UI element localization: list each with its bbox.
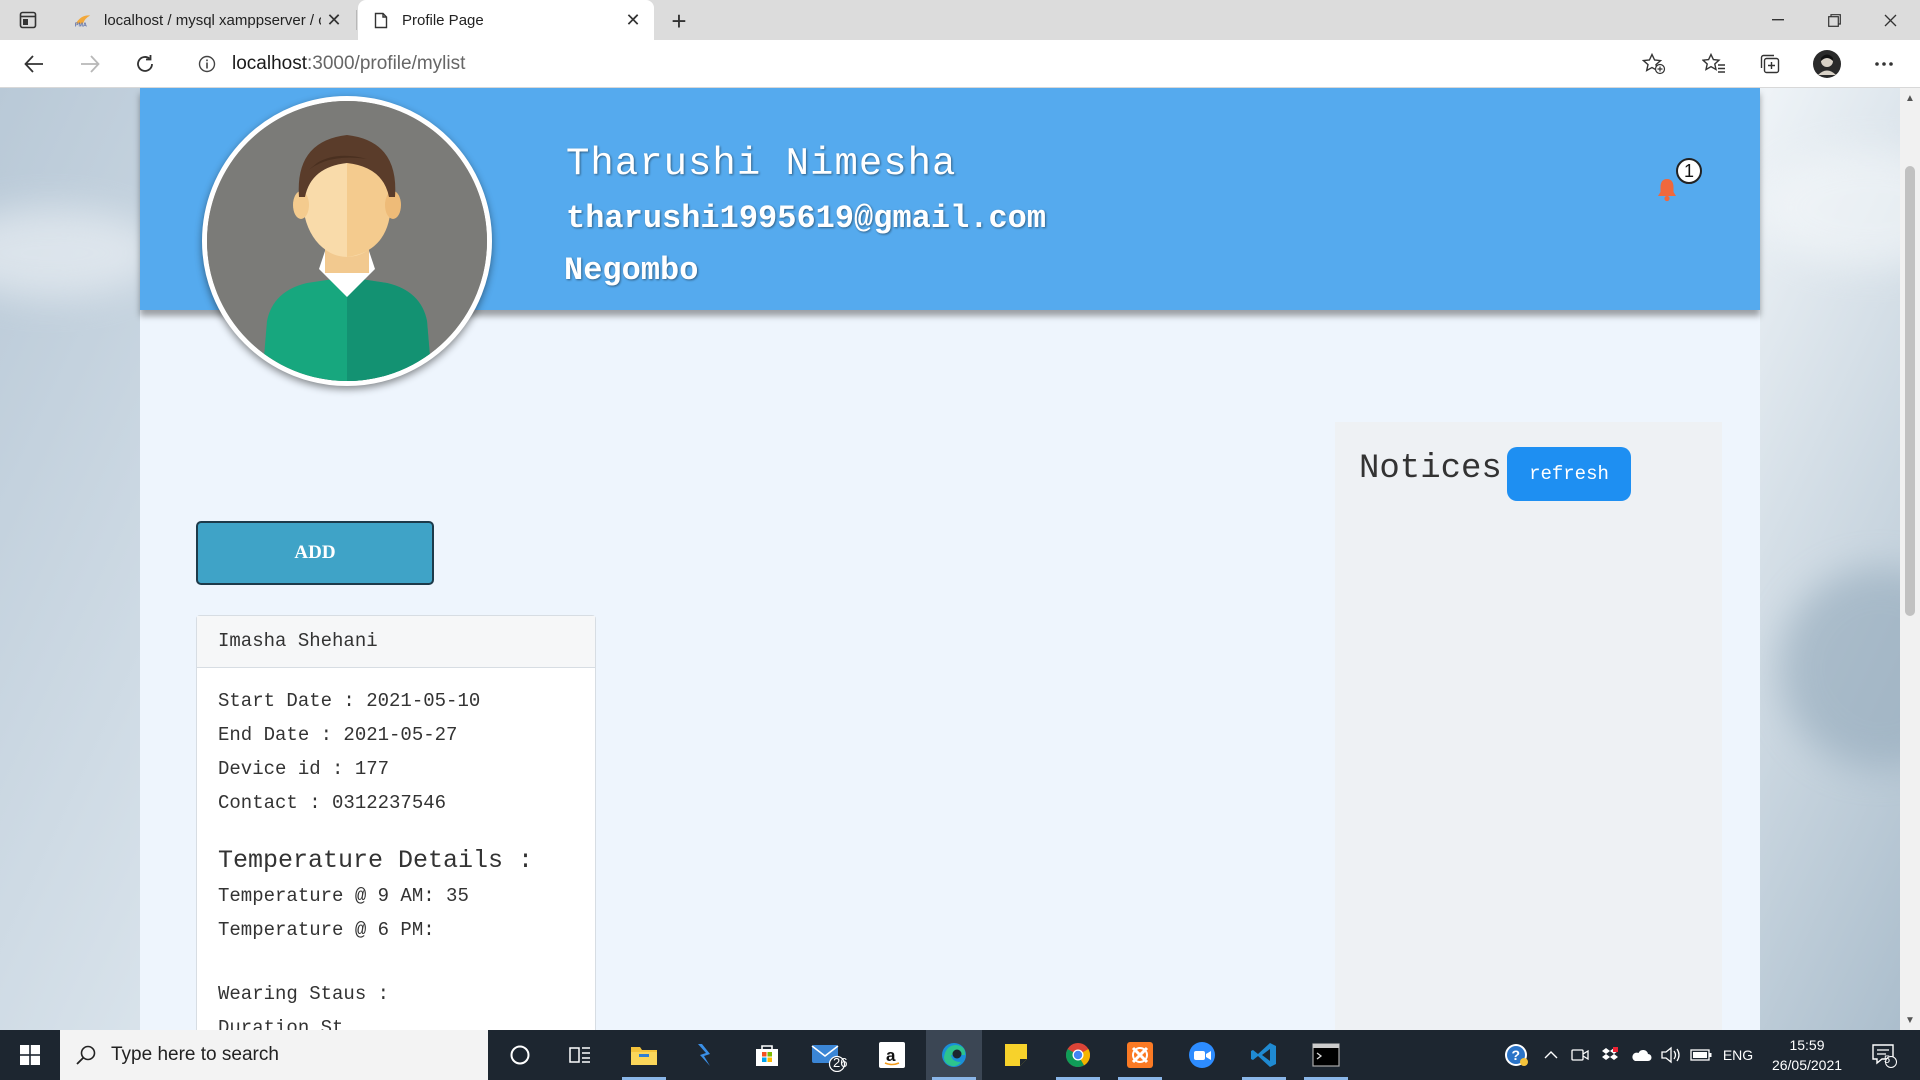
notification-bell-icon[interactable]	[1656, 176, 1678, 202]
notification-count-badge: 1	[1676, 158, 1702, 184]
battery-icon[interactable]	[1688, 1030, 1714, 1080]
sticky-notes-icon[interactable]	[988, 1030, 1044, 1080]
back-arrow-icon[interactable]	[17, 48, 51, 80]
amazon-icon[interactable]: a	[864, 1030, 920, 1080]
tab-phpmyadmin[interactable]: PMA localhost / mysql xamppserver / c ✕	[60, 0, 355, 40]
action-center-icon[interactable]: 5	[1864, 1030, 1904, 1080]
collections-icon[interactable]	[1752, 48, 1788, 80]
clock-date: 26/05/2021	[1771, 1057, 1843, 1073]
close-window-icon[interactable]	[1862, 0, 1918, 40]
clock-time: 15:59	[1789, 1037, 1825, 1053]
visual-studio-icon[interactable]	[677, 1030, 733, 1080]
patient-card: Imasha Shehani Start Date : 2021-05-10 E…	[196, 615, 596, 1030]
profile-avatar[interactable]	[1809, 48, 1845, 80]
vscode-icon[interactable]	[1236, 1030, 1292, 1080]
page-icon	[372, 11, 390, 29]
notices-title: Notices	[1359, 450, 1502, 488]
task-view-icon[interactable]	[552, 1030, 608, 1080]
tab-actions-icon[interactable]	[16, 9, 40, 31]
temperature-9am: Temperature @ 9 AM: 35	[218, 885, 469, 907]
card-body: Start Date : 2021-05-10 End Date : 2021-…	[197, 668, 595, 1030]
microsoft-store-icon[interactable]	[739, 1030, 795, 1080]
terminal-icon[interactable]	[1298, 1030, 1354, 1080]
scroll-down-icon[interactable]: ▼	[1900, 1012, 1920, 1028]
search-icon	[76, 1045, 96, 1065]
svg-text:?: ?	[1512, 1047, 1521, 1063]
show-hidden-icons[interactable]	[1540, 1030, 1562, 1080]
taskbar-clock[interactable]: 15:59 26/05/2021	[1764, 1035, 1850, 1075]
new-tab-button[interactable]: +	[664, 6, 694, 36]
background-blur	[0, 208, 160, 298]
xampp-icon[interactable]	[1112, 1030, 1168, 1080]
close-tab-icon[interactable]: ✕	[321, 7, 347, 33]
mail-badge: 26	[833, 1055, 848, 1070]
temperature-heading: Temperature Details :	[218, 846, 534, 875]
file-explorer-icon[interactable]	[616, 1030, 672, 1080]
background-blur	[1780, 568, 1920, 768]
favorites-icon[interactable]	[1696, 48, 1732, 80]
site-info-icon[interactable]	[196, 53, 218, 75]
tab-title: Profile Page	[402, 11, 484, 29]
restore-icon[interactable]	[1806, 0, 1862, 40]
phpmyadmin-icon: PMA	[74, 11, 92, 29]
cortana-icon[interactable]	[492, 1030, 548, 1080]
scroll-up-icon[interactable]: ▲	[1900, 90, 1920, 106]
scrollbar-thumb[interactable]	[1905, 166, 1915, 616]
wearing-status-next: Duration St...	[218, 1017, 378, 1030]
close-tab-icon[interactable]: ✕	[620, 7, 646, 33]
start-date: Start Date : 2021-05-10	[218, 690, 481, 712]
end-date: End Date : 2021-05-27	[218, 724, 458, 746]
url-path: :3000/profile/mylist	[307, 53, 466, 74]
mail-icon[interactable]: 26	[800, 1030, 856, 1080]
tab-profile-page[interactable]: Profile Page ✕	[358, 0, 654, 40]
zoom-icon[interactable]	[1174, 1030, 1230, 1080]
forward-arrow-icon[interactable]	[73, 48, 107, 80]
background-blur	[1760, 148, 1920, 268]
edge-browser-icon[interactable]	[926, 1030, 982, 1080]
browser-nav-bar: localhost:3000/profile/mylist	[0, 40, 1920, 88]
device-id: Device id : 177	[218, 758, 390, 780]
windows-start-icon[interactable]	[0, 1030, 60, 1080]
tab-title: localhost / mysql xamppserver / c	[104, 11, 321, 29]
language-indicator[interactable]: ENG	[1718, 1030, 1758, 1080]
url-text: localhost:3000/profile/mylist	[232, 53, 465, 75]
reload-icon[interactable]	[128, 48, 162, 80]
taskbar-search-box[interactable]: Type here to search	[60, 1030, 488, 1080]
notices-panel: Notices refresh	[1335, 422, 1722, 1030]
refresh-button[interactable]: refresh	[1507, 447, 1631, 501]
address-bar[interactable]: localhost:3000/profile/mylist	[180, 45, 1683, 83]
dropbox-icon[interactable]	[1598, 1030, 1622, 1080]
browser-tab-bar: PMA localhost / mysql xamppserver / c ✕ …	[0, 0, 1920, 40]
svg-text:a: a	[886, 1046, 896, 1065]
temperature-6pm: Temperature @ 6 PM:	[218, 919, 435, 941]
contact: Contact : 0312237546	[218, 792, 447, 814]
page-viewport: Tharushi Nimesha tharushi1995619@gmail.c…	[0, 88, 1920, 1030]
windows-taskbar: Type here to search 26 a ? ENG 15:59 26/…	[0, 1030, 1920, 1080]
card-title: Imasha Shehani	[197, 616, 595, 668]
svg-text:PMA: PMA	[75, 22, 87, 28]
more-options-icon[interactable]	[1866, 48, 1902, 80]
add-favorite-icon[interactable]	[1636, 48, 1672, 80]
profile-city: Negombo	[564, 252, 699, 289]
tab-separator	[356, 10, 357, 30]
profile-name: Tharushi Nimesha	[566, 142, 957, 186]
add-button[interactable]: ADD	[196, 521, 434, 585]
url-host: localhost	[232, 53, 307, 74]
meet-now-icon[interactable]	[1568, 1030, 1592, 1080]
search-placeholder: Type here to search	[111, 1044, 279, 1065]
profile-email: tharushi1995619@gmail.com	[566, 200, 1047, 237]
profile-avatar-image	[202, 96, 492, 386]
minimize-icon[interactable]	[1750, 0, 1806, 40]
onedrive-icon[interactable]	[1628, 1030, 1654, 1080]
help-icon[interactable]: ?	[1500, 1030, 1532, 1080]
page-scrollbar[interactable]: ▲ ▼	[1900, 88, 1920, 1030]
notification-count: 5	[1884, 1054, 1891, 1066]
profile-page: Tharushi Nimesha tharushi1995619@gmail.c…	[140, 88, 1760, 1030]
wearing-status-heading: Wearing Staus :	[218, 983, 390, 1005]
volume-icon[interactable]	[1658, 1030, 1684, 1080]
chrome-icon[interactable]	[1050, 1030, 1106, 1080]
